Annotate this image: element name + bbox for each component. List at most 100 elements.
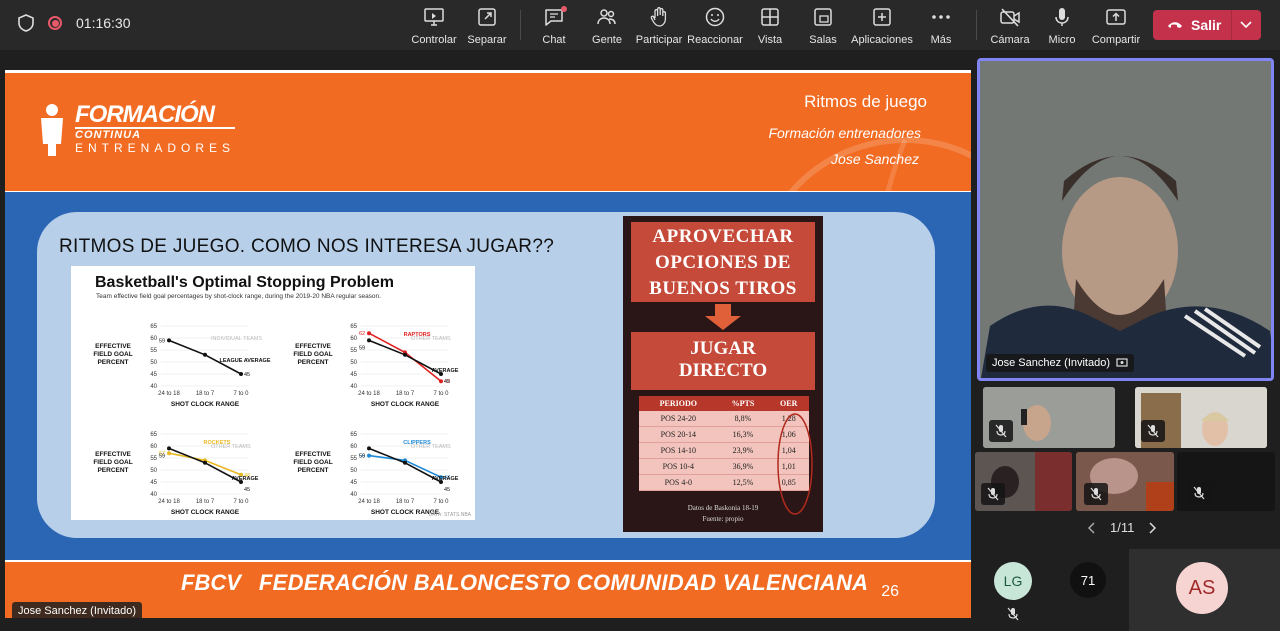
participant-tile[interactable] bbox=[1177, 452, 1275, 511]
participant-tile[interactable] bbox=[975, 452, 1072, 511]
chevron-left-icon[interactable] bbox=[1088, 521, 1096, 534]
data-point bbox=[167, 451, 171, 456]
y-axis-label: FIELD GOAL bbox=[93, 351, 132, 358]
card-heading-jugar: JUGAR DIRECTO bbox=[631, 332, 815, 390]
data-point bbox=[239, 372, 243, 376]
y-tick-label: 40 bbox=[350, 492, 357, 498]
toolbar-divider bbox=[520, 10, 521, 40]
data-point bbox=[403, 352, 407, 357]
small-multiples-chart: 40 45 50 55 60 65 24 to 18 18 to 7 7 to 0 SHOT CL… bbox=[93, 324, 458, 516]
table-cell: POS 20-14 bbox=[639, 426, 718, 443]
logo-entrenadores: ENTRENADORES bbox=[75, 141, 236, 155]
slide-subtitle: Formación entrenadores bbox=[768, 125, 921, 141]
series-line bbox=[368, 447, 442, 483]
avatar-lg[interactable]: LG bbox=[994, 562, 1032, 600]
y-axis-label: FIELD GOAL bbox=[93, 459, 132, 466]
table-header: OER bbox=[768, 396, 809, 411]
card-heading-line: OPCIONES DE bbox=[655, 252, 791, 273]
participant-tile[interactable] bbox=[1076, 452, 1174, 511]
y-tick-label: 60 bbox=[150, 444, 157, 450]
federation-name: FEDERACIÓN BALONCESTO COMUNIDAD VALENCIA… bbox=[258, 570, 869, 595]
data-label: 45 bbox=[244, 372, 250, 378]
series-name-label: CLIPPERS bbox=[403, 440, 431, 446]
avatar-as[interactable]: AS bbox=[1176, 562, 1228, 614]
microphone-label: Micro bbox=[1048, 34, 1076, 46]
participant-tile[interactable] bbox=[1135, 387, 1267, 448]
microphone-off-icon bbox=[1007, 607, 1019, 621]
rooms-label: Salas bbox=[809, 34, 837, 46]
presenter-label: Jose Sanchez (Invitado) bbox=[12, 602, 143, 620]
series-line bbox=[368, 339, 442, 375]
screen-share-indicator-icon bbox=[1116, 358, 1128, 367]
y-axis-label: PERCENT bbox=[297, 467, 328, 474]
raise-hand-button[interactable]: Participar bbox=[628, 6, 690, 46]
grid-view-icon bbox=[761, 8, 779, 26]
table-cell: 16,3% bbox=[717, 426, 769, 443]
microphone-off-icon bbox=[1090, 487, 1102, 501]
react-button[interactable]: Reaccionar bbox=[684, 6, 746, 46]
raise-hand-label: Participar bbox=[635, 34, 683, 46]
x-axis-label: SHOT CLOCK RANGE bbox=[371, 401, 440, 408]
y-tick-label: 45 bbox=[150, 372, 157, 378]
table-cell: 36,9% bbox=[717, 458, 769, 475]
x-tick-label: 24 to 18 bbox=[358, 499, 380, 505]
chevron-right-icon[interactable] bbox=[1148, 521, 1157, 534]
coach-figure-icon bbox=[41, 104, 63, 156]
oer-highlight-oval bbox=[777, 413, 813, 515]
participant-pager: 1/11 bbox=[1088, 520, 1157, 535]
meeting-toolbar: 01:16:30 Controlar Separar Chat Gente Pa… bbox=[0, 0, 1280, 50]
chart-source: DATA: STATS.NBA bbox=[428, 512, 471, 518]
table-cell: 8,8% bbox=[717, 411, 769, 427]
y-tick-label: 40 bbox=[350, 384, 357, 390]
x-tick-label: 24 to 18 bbox=[358, 391, 380, 397]
y-axis-label: FIELD GOAL bbox=[293, 351, 332, 358]
avatar-initials: AS bbox=[1188, 576, 1216, 599]
camera-label: Cámara bbox=[990, 34, 1030, 46]
card-heading-aprovechar: APROVECHAR OPCIONES DE BUENOS TIROS bbox=[631, 222, 815, 302]
main-participant-video[interactable]: Jose Sanchez (Invitado) bbox=[977, 58, 1274, 381]
participant-tile[interactable] bbox=[983, 387, 1115, 448]
microphone-off-icon bbox=[1193, 486, 1205, 500]
y-tick-label: 65 bbox=[150, 324, 157, 330]
rooms-button[interactable]: Salas bbox=[792, 6, 854, 46]
avatar-initials: LG bbox=[1003, 573, 1023, 589]
rooms-icon bbox=[814, 8, 832, 26]
phone-hangup-icon bbox=[1168, 22, 1182, 28]
pop-out-icon bbox=[478, 8, 496, 26]
monitor-control-icon bbox=[424, 8, 444, 26]
share-button[interactable]: Compartir bbox=[1085, 6, 1147, 46]
leave-options-button[interactable] bbox=[1232, 21, 1260, 29]
shield-icon[interactable] bbox=[18, 14, 34, 32]
view-label: Vista bbox=[757, 34, 783, 46]
y-tick-label: 65 bbox=[350, 324, 357, 330]
slide-author: Jose Sanchez bbox=[831, 151, 919, 167]
apps-button[interactable]: Aplicaciones bbox=[851, 6, 913, 46]
y-axis-label: PERCENT bbox=[297, 359, 328, 366]
overflow-count-badge[interactable]: 71 bbox=[1070, 562, 1106, 598]
card-heading-line: APROVECHAR bbox=[652, 226, 794, 247]
muted-indicator bbox=[1141, 420, 1165, 442]
y-axis-label: PERCENT bbox=[97, 359, 128, 366]
pop-out-label: Separar bbox=[467, 34, 507, 46]
participant-video-feed bbox=[980, 61, 1271, 378]
logo-formacion: FORMACIÓN bbox=[75, 101, 215, 128]
microphone-button[interactable]: Micro bbox=[1031, 6, 1093, 46]
x-tick-label: 7 to 0 bbox=[433, 499, 449, 505]
leave-button[interactable]: Salir bbox=[1153, 17, 1231, 33]
y-tick-label: 60 bbox=[150, 336, 157, 342]
pager-text: 1/11 bbox=[1110, 520, 1135, 535]
pop-out-button[interactable]: Separar bbox=[456, 6, 518, 46]
people-icon bbox=[597, 9, 616, 25]
data-label: 59 bbox=[159, 338, 165, 344]
card-credit-source: Fuente: propio bbox=[702, 515, 744, 523]
data-point bbox=[403, 460, 407, 465]
share-icon bbox=[1106, 9, 1126, 25]
y-tick-label: 60 bbox=[350, 444, 357, 450]
more-button[interactable]: Más bbox=[910, 6, 972, 46]
card-heading-line: JUGAR bbox=[690, 338, 756, 359]
table-cell: 12,5% bbox=[717, 474, 769, 491]
logo-continua: CONTINUA bbox=[75, 127, 236, 141]
table-cell: POS 10-4 bbox=[639, 458, 718, 475]
y-tick-label: 50 bbox=[350, 468, 357, 474]
data-label: 45 bbox=[444, 379, 450, 385]
